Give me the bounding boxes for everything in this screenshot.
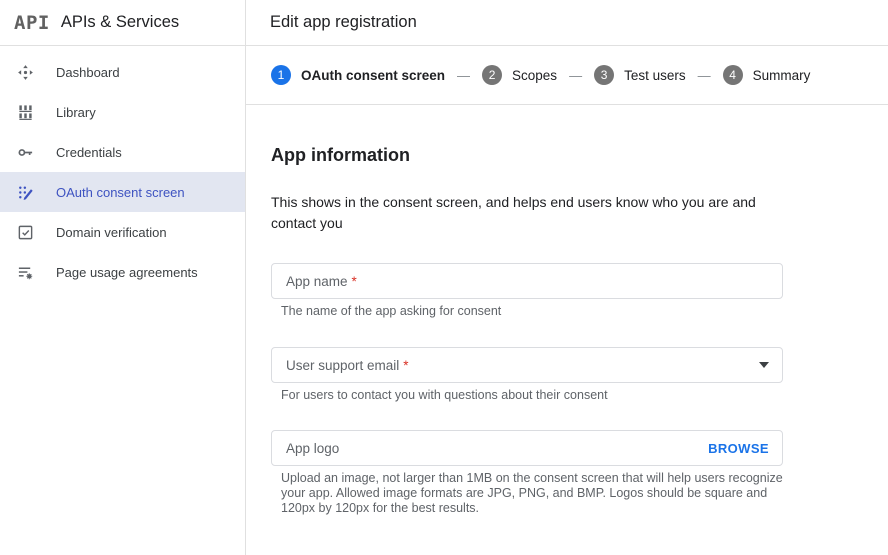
step-number-badge: 2 [482,65,503,85]
step-number-badge: 4 [722,65,743,85]
page-title: Edit app registration [270,13,417,31]
sidebar-title: APIs & Services [60,13,180,31]
app-logo-field-group: App logo BROWSE Upload an image, not lar… [271,430,864,516]
dropdown-caret-icon[interactable] [759,362,769,368]
api-logo: API [14,11,50,34]
app-name-field-group: App name * The name of the app asking fo… [271,263,864,319]
browse-button[interactable]: BROWSE [708,441,769,456]
step-label: Test users [624,67,686,83]
page-usage-icon [16,263,34,281]
sidebar-item-label: Page usage agreements [56,264,198,280]
sidebar-item-credentials[interactable]: Credentials [0,132,245,172]
key-icon [16,143,34,161]
domain-verification-icon [16,223,34,241]
section-description: This shows in the consent screen, and he… [271,194,756,231]
user-support-email-field-group: User support email * For users to contac… [271,347,864,403]
dashboard-icon [16,63,34,81]
step-oauth-consent-screen[interactable]: 1 OAuth consent screen [271,65,445,85]
step-label: Summary [752,67,811,83]
sidebar-nav: Dashboard Library Credentials OAuth cons… [0,46,245,292]
page-header: Edit app registration [246,0,888,46]
app-logo-input[interactable]: App logo BROWSE [271,430,783,466]
user-support-email-placeholder: User support email [286,357,400,373]
step-separator: — [569,67,583,83]
step-label: OAuth consent screen [301,67,446,83]
library-icon [16,103,34,121]
main-panel: Edit app registration 1 OAuth consent sc… [246,0,888,555]
sidebar-item-label: Library [56,104,96,120]
sidebar: API APIs & Services Dashboard Library Cr… [0,0,246,555]
app-logo-helper-text: Upload an image, not larger than 1MB on … [281,471,783,515]
sidebar-item-library[interactable]: Library [0,92,245,132]
app-name-helper-text: The name of the app asking for consent [281,304,502,318]
app-name-placeholder: App name [286,273,348,289]
sidebar-header: API APIs & Services [0,0,245,46]
stepper: 1 OAuth consent screen — 2 Scopes — 3 Te… [246,46,888,105]
sidebar-item-label: Credentials [56,144,122,160]
step-separator: — [697,67,711,83]
step-number-badge: 1 [271,65,291,85]
sidebar-item-page-usage-agreements[interactable]: Page usage agreements [0,252,245,292]
sidebar-item-dashboard[interactable]: Dashboard [0,52,245,92]
section-title: App information [271,145,410,165]
step-test-users[interactable]: 3 Test users [594,65,686,85]
app-window: API APIs & Services Dashboard Library Cr… [0,0,888,555]
step-number-badge: 3 [594,65,615,85]
form-content: App information This shows in the consen… [246,105,888,516]
step-label: Scopes [512,67,558,83]
oauth-consent-icon [16,183,34,201]
sidebar-item-domain-verification[interactable]: Domain verification [0,212,245,252]
sidebar-item-oauth-consent-screen[interactable]: OAuth consent screen [0,172,245,212]
required-asterisk: * [403,357,409,373]
app-name-input[interactable]: App name * [271,263,783,299]
step-scopes[interactable]: 2 Scopes [482,65,557,85]
required-asterisk: * [351,273,357,289]
step-summary[interactable]: 4 Summary [722,65,811,85]
user-support-email-helper-text: For users to contact you with questions … [281,388,608,402]
step-separator: — [457,67,471,83]
sidebar-item-label: Dashboard [56,64,120,80]
sidebar-item-label: OAuth consent screen [56,184,185,200]
sidebar-item-label: Domain verification [56,224,167,240]
user-support-email-select[interactable]: User support email * [271,347,783,383]
app-logo-placeholder: App logo [286,440,340,456]
